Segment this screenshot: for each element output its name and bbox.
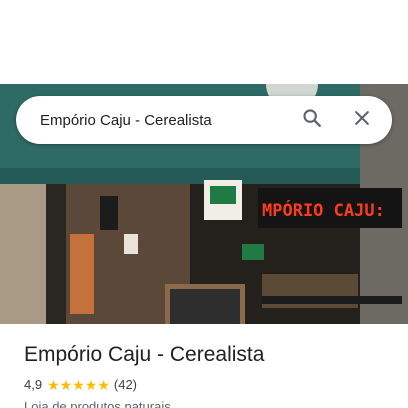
close-icon xyxy=(352,108,372,133)
star-icon: ★ xyxy=(97,377,110,393)
place-title: Empório Caju - Cerealista xyxy=(24,343,265,366)
search-input[interactable]: Empório Caju - Cerealista xyxy=(40,112,294,129)
close-button[interactable] xyxy=(344,102,380,138)
place-info-panel: Empório Caju - Cerealista 4,9 ★ ★ ★ ★ ★ … xyxy=(0,324,408,408)
place-category: Loja de produtos naturais xyxy=(24,399,171,408)
top-blank-area xyxy=(0,0,408,84)
star-icon: ★ xyxy=(59,377,73,393)
star-rating: ★ ★ ★ ★ ★ xyxy=(47,378,110,392)
rating-row[interactable]: 4,9 ★ ★ ★ ★ ★ (42) xyxy=(24,376,384,394)
search-button[interactable] xyxy=(294,102,330,138)
search-icon xyxy=(301,107,323,134)
star-icon: ★ xyxy=(47,377,60,393)
star-icon: ★ xyxy=(72,377,85,393)
led-sign-text: MPÓRIO CAJU: xyxy=(262,199,385,221)
search-bar[interactable]: Empório Caju - Cerealista xyxy=(16,96,392,144)
star-icon: ★ xyxy=(84,377,98,393)
rating-value: 4,9 xyxy=(24,377,43,392)
review-count[interactable]: (42) xyxy=(114,376,137,394)
